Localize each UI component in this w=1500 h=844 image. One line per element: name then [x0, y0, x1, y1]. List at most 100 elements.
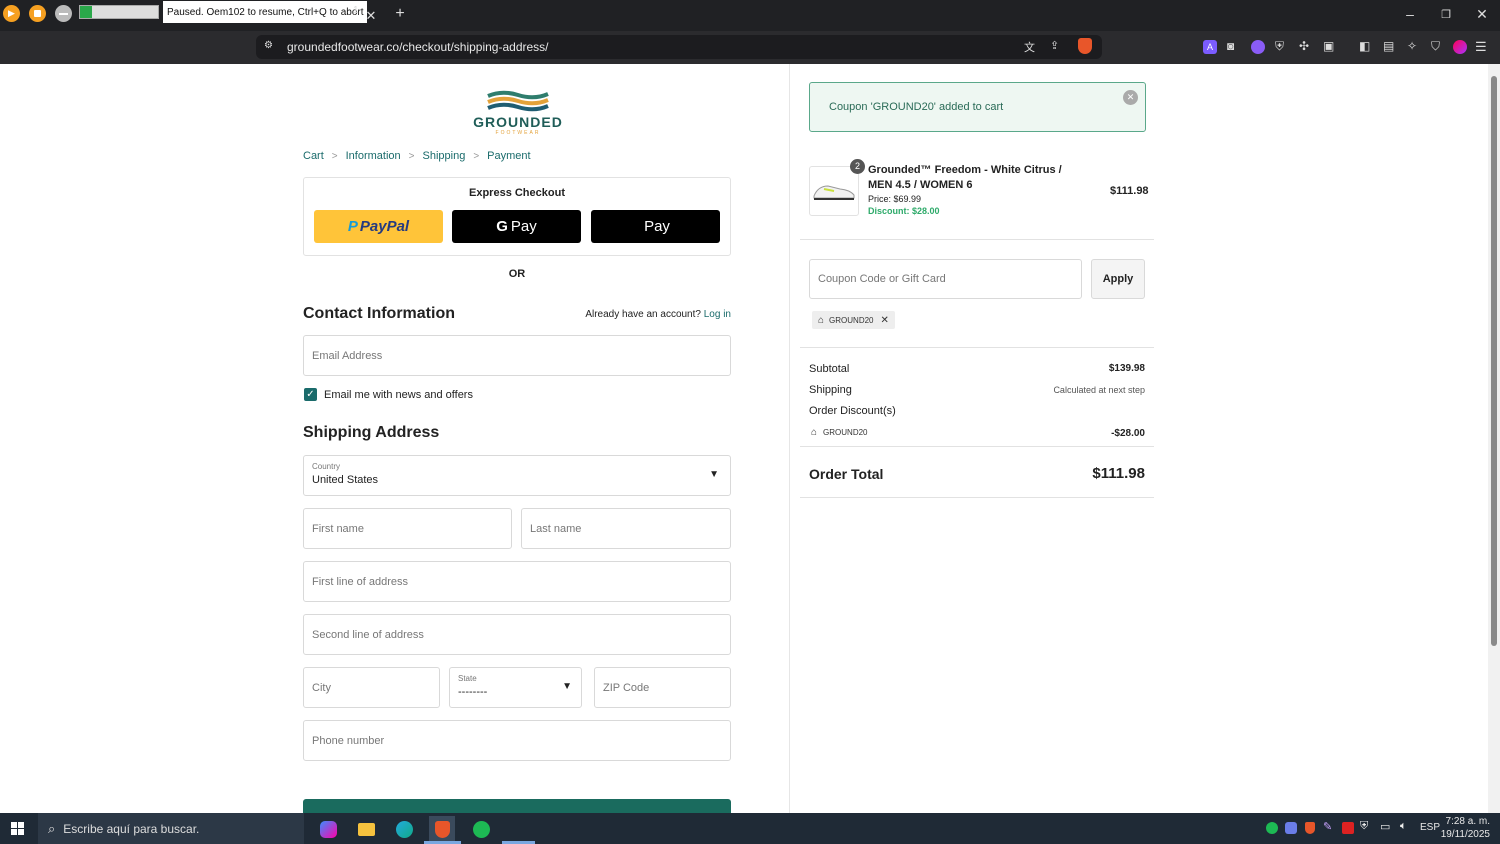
- windows-start-icon[interactable]: [11, 822, 24, 835]
- close-window-icon[interactable]: ✕: [1474, 6, 1490, 22]
- tab-count: 1: [353, 5, 359, 16]
- taskbar-search[interactable]: ⌕ Escribe aquí para buscar.: [38, 813, 304, 844]
- tray-app-icon[interactable]: [1285, 822, 1297, 834]
- tab-bar: ▶ Paused. Oem102 to resume, Ctrl+Q to ab…: [0, 0, 1500, 31]
- divider: [800, 239, 1154, 240]
- shipping-label: Shipping: [809, 384, 852, 396]
- chevron-right-icon: >: [473, 150, 480, 162]
- menu-icon[interactable]: ☰: [1475, 39, 1487, 55]
- breadcrumb-information[interactable]: Information: [346, 150, 401, 162]
- clock[interactable]: 7:28 a. m. 19/11/2025: [1440, 815, 1490, 841]
- phone-field[interactable]: Phone number: [303, 720, 731, 761]
- city-field[interactable]: City: [303, 667, 440, 708]
- translate-icon[interactable]: 文: [1024, 39, 1035, 55]
- chevron-down-icon: ▼: [709, 469, 719, 480]
- site-settings-icon[interactable]: ⚙: [264, 40, 273, 51]
- extension-a-icon[interactable]: A: [1203, 40, 1217, 54]
- restore-icon[interactable]: ❐: [1438, 6, 1454, 22]
- paypal-logo-icon: P: [347, 218, 358, 235]
- brave-shield-icon[interactable]: [1078, 38, 1092, 54]
- extension-glasses-icon[interactable]: ◙: [1227, 39, 1234, 53]
- wallet-icon[interactable]: ▤: [1383, 39, 1394, 53]
- minimize-icon[interactable]: –: [1402, 6, 1418, 22]
- extensions-puzzle-icon[interactable]: ✣: [1299, 39, 1309, 53]
- extension-box-icon[interactable]: ▣: [1323, 39, 1334, 53]
- new-tab-icon[interactable]: +: [392, 5, 408, 22]
- close-tab-icon[interactable]: ✕: [363, 8, 379, 24]
- spotify-tray-icon[interactable]: [1266, 822, 1278, 834]
- last-name-field[interactable]: Last name: [521, 508, 731, 549]
- address-line1-field[interactable]: First line of address: [303, 561, 731, 602]
- close-notice-icon[interactable]: ✕: [1123, 90, 1138, 105]
- shield-tray-icon[interactable]: ⛨: [1360, 820, 1368, 833]
- scrollbar-thumb[interactable]: [1491, 76, 1497, 646]
- order-total-value: $111.98: [1092, 465, 1145, 482]
- breadcrumb-payment[interactable]: Payment: [487, 150, 530, 162]
- spotify-icon[interactable]: [468, 816, 494, 842]
- google-g-icon: G: [496, 218, 508, 235]
- vpn-icon[interactable]: ⛉: [1431, 39, 1440, 54]
- active-tab[interactable]: Paused. Oem102 to resume, Ctrl+Q to abor…: [163, 1, 367, 23]
- breadcrumb-shipping[interactable]: Shipping: [423, 150, 466, 162]
- product-thumbnail: [809, 166, 859, 216]
- paypal-button[interactable]: P PayPal: [314, 210, 443, 243]
- breadcrumb-cart[interactable]: Cart: [303, 150, 324, 162]
- pen-tray-icon[interactable]: ✎: [1323, 820, 1332, 833]
- clock-time: 7:28 a. m.: [1445, 816, 1490, 827]
- continue-button[interactable]: [303, 799, 731, 813]
- first-name-field[interactable]: First name: [303, 508, 512, 549]
- remove-coupon-icon[interactable]: ✕: [881, 315, 889, 326]
- tab-title: Paused. Oem102 to resume, Ctrl+Q to abor…: [167, 6, 364, 18]
- copilot-icon[interactable]: [315, 816, 341, 842]
- apple-pay-button[interactable]: Pay: [591, 210, 720, 243]
- system-tray: ✎ ⛨ ▭ 🔈︎ ESP: [1266, 820, 1440, 836]
- checkout-page: GROUNDED FOOTWEAR Cart > Information > Shi…: [0, 64, 1488, 813]
- country-value: United States: [312, 474, 379, 486]
- apply-button[interactable]: Apply: [1091, 259, 1145, 299]
- account-prompt: Already have an account? Log in: [585, 309, 731, 320]
- express-checkout-title: Express Checkout: [469, 187, 565, 199]
- url-box[interactable]: ⚙ groundedfootwear.co/checkout/shipping-…: [256, 35, 1102, 59]
- network-icon[interactable]: ▭: [1380, 820, 1390, 833]
- search-icon: ⌕: [48, 820, 56, 836]
- leo-ai-icon[interactable]: ✧: [1407, 39, 1417, 53]
- logo-waves-icon: [487, 90, 549, 112]
- volume-icon[interactable]: 🔈︎: [1400, 820, 1407, 833]
- brave-browser-icon[interactable]: [429, 816, 455, 842]
- coupon-notice-text: Coupon 'GROUND20' added to cart: [829, 101, 1004, 113]
- file-explorer-icon[interactable]: [353, 816, 379, 842]
- chevron-down-icon: ▼: [562, 681, 572, 692]
- sidebar-icon[interactable]: ◧: [1359, 39, 1370, 53]
- divider: [800, 497, 1154, 498]
- share-icon[interactable]: ⇪: [1050, 39, 1059, 52]
- applied-coupon-tag: ⌂ GROUND20 ✕: [812, 311, 895, 329]
- red-tray-icon[interactable]: [1342, 822, 1354, 834]
- chevron-right-icon: >: [408, 150, 415, 162]
- profile-icon[interactable]: [1453, 40, 1467, 54]
- play-icon[interactable]: ▶: [3, 5, 20, 22]
- edge-icon[interactable]: [391, 816, 417, 842]
- stop-icon[interactable]: [29, 5, 46, 22]
- language-indicator[interactable]: ESP: [1420, 822, 1440, 833]
- address-line2-field[interactable]: Second line of address: [303, 614, 731, 655]
- coupon-input[interactable]: Coupon Code or Gift Card: [809, 259, 1082, 299]
- order-total-label: Order Total: [809, 466, 884, 482]
- country-select[interactable]: Country United States ▼: [303, 455, 731, 496]
- newsletter-label: Email me with news and offers: [324, 389, 473, 401]
- login-link[interactable]: Log in: [704, 309, 731, 320]
- shipping-heading: Shipping Address: [303, 424, 440, 441]
- progress-bar: [79, 5, 159, 19]
- brave-tray-icon[interactable]: [1305, 822, 1315, 834]
- brand-logo[interactable]: GROUNDED FOOTWEAR: [472, 90, 564, 140]
- url-text[interactable]: groundedfootwear.co/checkout/shipping-ad…: [287, 40, 549, 54]
- state-select[interactable]: State -------- ▼: [449, 667, 582, 708]
- zip-field[interactable]: ZIP Code: [594, 667, 731, 708]
- email-field[interactable]: Email Address: [303, 335, 731, 376]
- newsletter-checkbox[interactable]: ✓: [304, 388, 317, 401]
- discount-amount: -$28.00: [1111, 428, 1145, 439]
- google-pay-button[interactable]: G Pay: [452, 210, 581, 243]
- extension-shield-icon[interactable]: ⛨: [1275, 39, 1284, 54]
- discounts-label: Order Discount(s): [809, 405, 896, 417]
- extension-purple-icon[interactable]: [1251, 40, 1265, 54]
- product-title-2: MEN 4.5 / WOMEN 6: [868, 179, 973, 191]
